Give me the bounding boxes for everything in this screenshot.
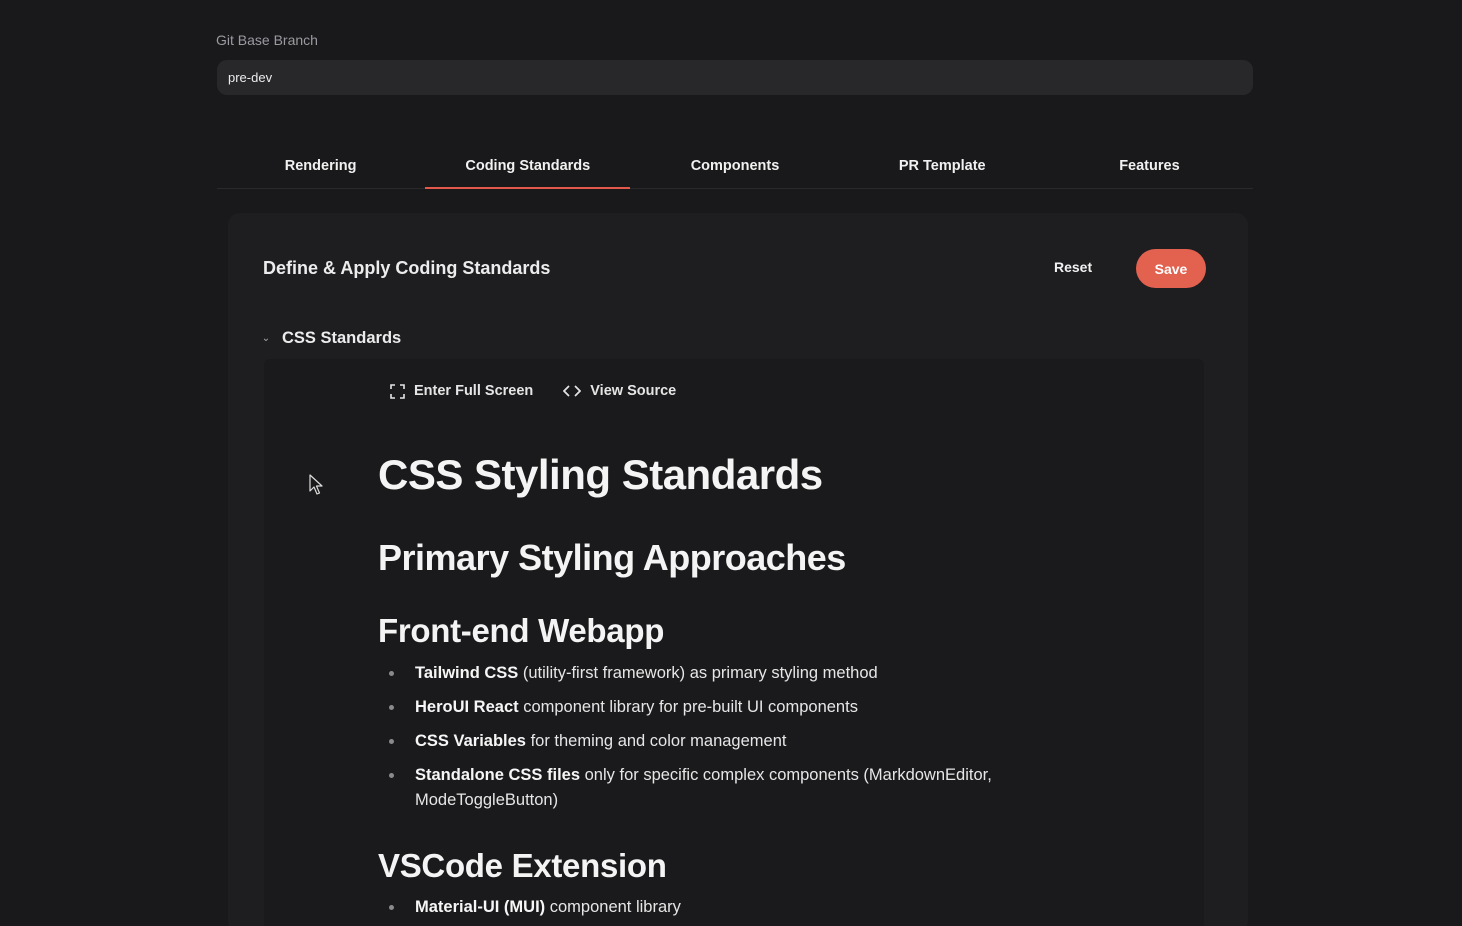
list-item: CSS Variables for theming and color mana…	[378, 729, 1078, 754]
page: Git Base Branch Rendering Coding Standar…	[0, 0, 1462, 926]
view-source-label: View Source	[590, 383, 677, 399]
list-item: Standalone CSS files only for specific c…	[378, 763, 1078, 813]
expand-icon	[390, 383, 405, 399]
webapp-list: Tailwind CSS (utility-first framework) a…	[378, 661, 1078, 822]
list-item: Tailwind CSS (utility-first framework) a…	[378, 661, 1078, 686]
card-title: Define & Apply Coding Standards	[263, 258, 551, 278]
tab-pr-template[interactable]: PR Template	[839, 146, 1046, 188]
git-base-branch-input[interactable]	[217, 60, 1253, 95]
webapp-heading: Front-end Webapp	[378, 612, 665, 649]
code-icon	[563, 384, 582, 398]
mouse-pointer-icon	[309, 474, 325, 501]
list-item: Material-UI (MUI) component library	[378, 895, 1078, 920]
tab-features[interactable]: Features	[1046, 146, 1253, 188]
doc-heading-2: Primary Styling Approaches	[378, 537, 846, 578]
reset-button[interactable]: Reset	[1054, 259, 1092, 275]
tab-bar: Rendering Coding Standards Components PR…	[217, 146, 1253, 189]
chevron-down-icon: ⌄	[261, 333, 271, 344]
enter-full-screen-button[interactable]: Enter Full Screen	[390, 383, 533, 399]
list-item: HeroUI React component library for pre-b…	[378, 695, 1078, 720]
coding-standards-card: Define & Apply Coding Standards Reset Sa…	[228, 213, 1248, 926]
vscode-list: Material-UI (MUI) component library	[378, 895, 1078, 926]
git-base-branch-label: Git Base Branch	[216, 32, 318, 48]
css-standards-toggle[interactable]: ⌄ CSS Standards	[260, 329, 401, 348]
view-source-button[interactable]: View Source	[563, 383, 676, 399]
save-button[interactable]: Save	[1136, 249, 1206, 288]
section-label: CSS Standards	[282, 329, 402, 347]
doc-heading-1: CSS Styling Standards	[378, 451, 823, 498]
tab-components[interactable]: Components	[631, 146, 838, 188]
tab-coding-standards[interactable]: Coding Standards	[424, 146, 631, 189]
vscode-heading: VSCode Extension	[378, 847, 667, 884]
tab-rendering[interactable]: Rendering	[217, 146, 424, 188]
markdown-preview: Enter Full Screen View Source CSS Stylin…	[264, 359, 1204, 926]
enter-full-screen-label: Enter Full Screen	[414, 383, 534, 399]
preview-toolbar: Enter Full Screen View Source	[390, 383, 676, 399]
